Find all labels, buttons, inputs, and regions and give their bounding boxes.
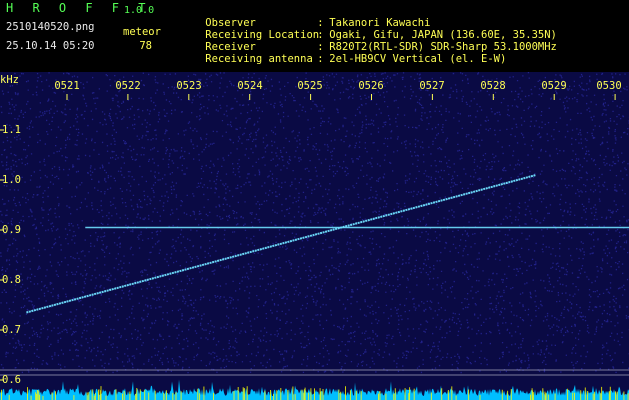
x-tick-0524: 0524	[237, 80, 263, 92]
x-tick-0529: 0529	[541, 80, 567, 92]
hroft-spectrogram-window: H R O F F T 1.0.0 2510140520.png 25.10.1…	[0, 0, 629, 400]
x-tick-0522: 0522	[115, 80, 141, 92]
x-tick-0526: 0526	[358, 80, 384, 92]
y-tick-1-1: 1.1	[2, 124, 21, 136]
x-tick-0527: 0527	[419, 80, 445, 92]
spectrogram-plot	[0, 72, 629, 400]
spectrogram-background	[0, 72, 629, 400]
x-tick-0528: 0528	[480, 80, 506, 92]
y-tick-0-9: 0.9	[2, 224, 21, 236]
x-tick-0521: 0521	[54, 80, 80, 92]
y-tick-0-8: 0.8	[2, 274, 21, 286]
x-tick-0523: 0523	[176, 80, 202, 92]
x-tick-0530: 0530	[596, 80, 622, 92]
y-tick-1-0: 1.0	[2, 174, 21, 186]
y-axis-label: kHz	[0, 74, 19, 86]
x-tick-0525: 0525	[297, 80, 323, 92]
y-tick-0-6: 0.6	[2, 374, 21, 386]
y-tick-0-7: 0.7	[2, 324, 21, 336]
